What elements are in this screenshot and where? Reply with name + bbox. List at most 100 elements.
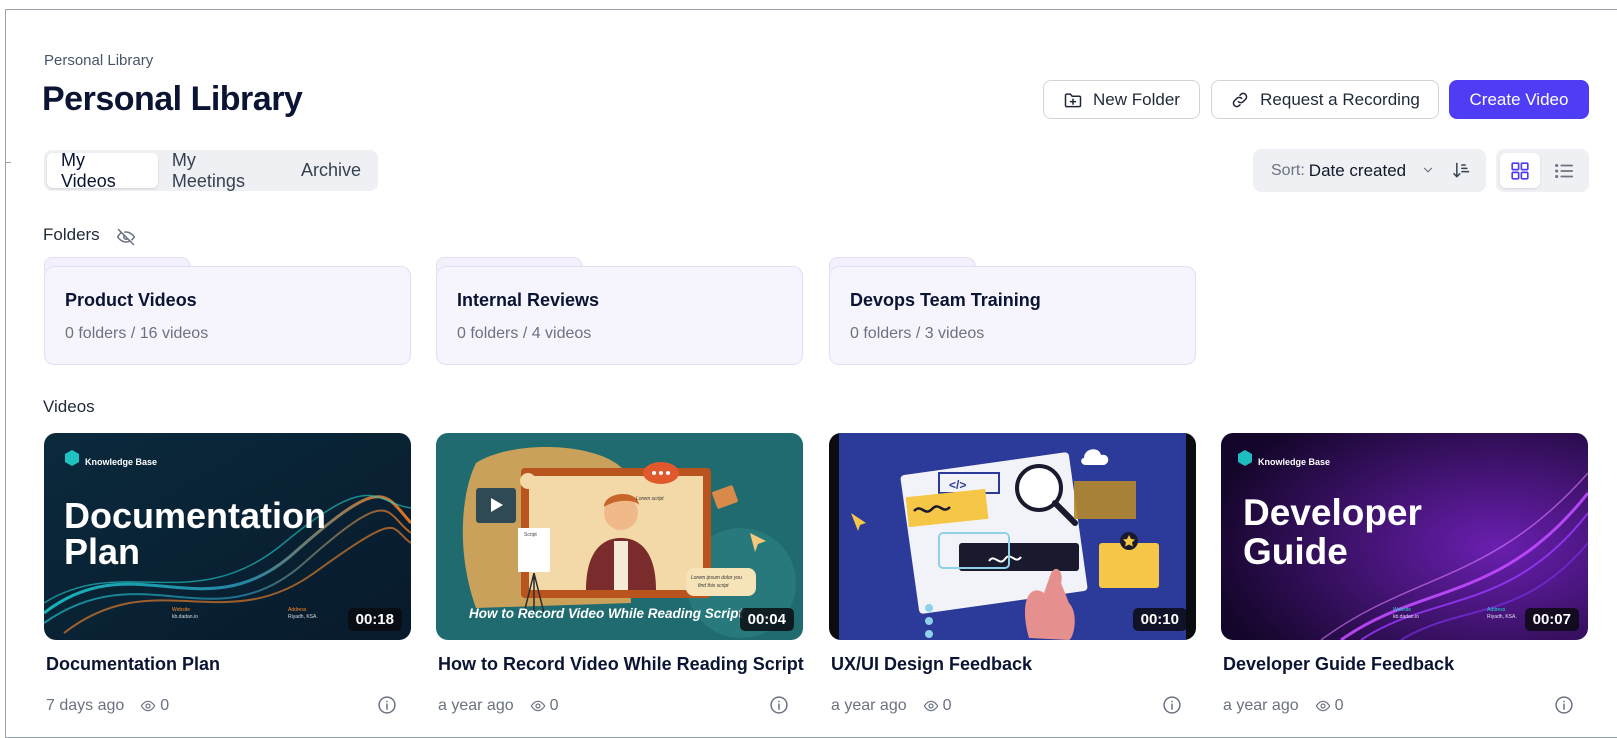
sort-direction-icon[interactable] (1451, 160, 1471, 180)
folder-body[interactable]: Devops Team Training 0 folders / 3 video… (829, 266, 1196, 365)
view-count: 0 (530, 697, 559, 715)
thumb-brand: Knowledge Base (1258, 457, 1330, 467)
view-count-value: 0 (942, 697, 952, 714)
page-title: Personal Library (42, 80, 303, 118)
thumb-label-b: Address (1487, 607, 1506, 613)
video-card[interactable]: </> 00:10 UX/UI Design Feedback a year a… (829, 433, 1196, 723)
thumb-value-b: Riyadh, KSA. (1487, 614, 1517, 620)
view-toggle (1496, 149, 1589, 192)
view-count-value: 0 (1334, 697, 1344, 714)
thumb-caption: How to Record Video While Reading Script (469, 606, 744, 621)
list-icon (1555, 163, 1574, 178)
new-folder-button[interactable]: New Folder (1043, 80, 1200, 119)
thumb-line1: Documentation (64, 495, 326, 536)
video-meta: 7 days ago 0 (46, 697, 169, 715)
info-icon[interactable] (1554, 695, 1574, 715)
video-age: a year ago (1223, 697, 1299, 714)
video-age: a year ago (438, 697, 514, 714)
new-folder-label: New Folder (1093, 89, 1180, 109)
grid-view-button[interactable] (1500, 153, 1540, 188)
eye-icon (530, 700, 545, 712)
video-card[interactable]: Knowledge Base Documentation Plan Websit… (44, 433, 411, 723)
thumb-line2: Plan (64, 531, 140, 572)
info-icon[interactable] (769, 695, 789, 715)
folder-meta: 0 folders / 16 videos (65, 325, 209, 342)
create-video-label: Create Video (1469, 89, 1569, 109)
video-title[interactable]: Developer Guide Feedback (1223, 654, 1454, 675)
duration-badge: 00:07 (1524, 608, 1579, 631)
sort-value: Date created (1308, 160, 1407, 180)
grid-icon (1511, 161, 1529, 180)
list-view-button[interactable] (1544, 153, 1584, 188)
thumb-note2: find this script (698, 583, 729, 589)
folder-plus-icon (1064, 92, 1082, 107)
thumb-value-a: kb.dadan.io (1393, 614, 1419, 620)
video-title[interactable]: How to Record Video While Reading Script (438, 654, 804, 675)
folder-name: Devops Team Training (850, 290, 1041, 310)
thumb-brand: Knowledge Base (85, 457, 157, 467)
thumb-value-b: Riyadh, KSA. (288, 614, 318, 620)
view-count-value: 0 (160, 697, 170, 714)
folder-name: Internal Reviews (457, 290, 600, 310)
thumb-value-a: kb.dadan.io (172, 614, 198, 620)
folder-body[interactable]: Internal Reviews 0 folders / 4 videos (436, 266, 803, 365)
sort-dropdown[interactable]: Sort: Date created (1253, 149, 1486, 192)
library-tabs: My Videos My Meetings Archive (44, 150, 378, 191)
view-count: 0 (1315, 697, 1344, 715)
video-meta: a year ago 0 (1223, 697, 1344, 715)
thumb-label-a: Website (1393, 607, 1411, 613)
folder-meta: 0 folders / 3 videos (850, 325, 985, 342)
thumb-label-b: Address (288, 607, 307, 613)
folder-name: Product Videos (65, 290, 197, 310)
tab-archive[interactable]: Archive (287, 153, 375, 188)
video-meta: a year ago 0 (438, 697, 559, 715)
breadcrumb[interactable]: Personal Library (44, 52, 153, 69)
video-age: a year ago (831, 697, 907, 714)
video-thumbnail[interactable]: Script Lorem ipsum dolor you find this s… (436, 433, 803, 640)
folder-card[interactable]: Internal Reviews 0 folders / 4 videos (436, 257, 803, 365)
thumb-note3: Lorem script (636, 496, 664, 502)
view-count: 0 (923, 697, 952, 715)
video-card[interactable]: Knowledge Base Developer Guide Website k… (1221, 433, 1588, 723)
thumb-line2: Guide (1243, 531, 1348, 572)
tab-my-meetings[interactable]: My Meetings (158, 150, 287, 191)
eye-icon (923, 700, 938, 712)
thumb-paper: Script (524, 532, 537, 538)
request-recording-label: Request a Recording (1260, 89, 1420, 109)
folder-card[interactable]: Devops Team Training 0 folders / 3 video… (829, 257, 1196, 365)
video-meta: a year ago 0 (831, 697, 952, 715)
duration-badge: 00:18 (347, 608, 402, 631)
thumb-label-a: Website (172, 607, 190, 613)
chevron-down-icon (1423, 167, 1433, 173)
create-video-button[interactable]: Create Video (1449, 80, 1589, 119)
info-icon[interactable] (1162, 695, 1182, 715)
frame-divider (6, 162, 11, 163)
eye-icon (140, 700, 156, 712)
sort-label: Sort: (1271, 161, 1305, 179)
folder-card[interactable]: Product Videos 0 folders / 16 videos (44, 257, 411, 365)
thumb-note1: Lorem ipsum dolor you (691, 575, 742, 581)
video-card[interactable]: Script Lorem ipsum dolor you find this s… (436, 433, 804, 723)
video-thumbnail[interactable]: Knowledge Base Developer Guide Website k… (1221, 433, 1588, 640)
video-title[interactable]: UX/UI Design Feedback (831, 654, 1032, 675)
link-icon (1232, 92, 1248, 107)
info-icon[interactable] (377, 695, 397, 715)
video-thumbnail[interactable]: </> 00:10 (829, 433, 1196, 640)
folders-heading: Folders (43, 225, 100, 244)
folder-body[interactable]: Product Videos 0 folders / 16 videos (44, 266, 411, 365)
request-recording-button[interactable]: Request a Recording (1211, 80, 1439, 119)
duration-badge: 00:10 (1132, 608, 1187, 631)
video-title[interactable]: Documentation Plan (46, 654, 220, 675)
eye-icon (1315, 700, 1330, 712)
video-age: 7 days ago (46, 697, 125, 714)
eye-off-icon[interactable] (116, 227, 136, 247)
tab-my-videos[interactable]: My Videos (47, 150, 158, 191)
view-count-value: 0 (549, 697, 559, 714)
duration-badge: 00:04 (739, 608, 794, 631)
thumb-code: </> (949, 478, 966, 492)
videos-heading: Videos (43, 397, 95, 416)
video-thumbnail[interactable]: Knowledge Base Documentation Plan Websit… (44, 433, 411, 640)
thumb-line1: Developer (1243, 492, 1422, 533)
folder-meta: 0 folders / 4 videos (457, 325, 592, 342)
view-count: 0 (140, 697, 169, 715)
